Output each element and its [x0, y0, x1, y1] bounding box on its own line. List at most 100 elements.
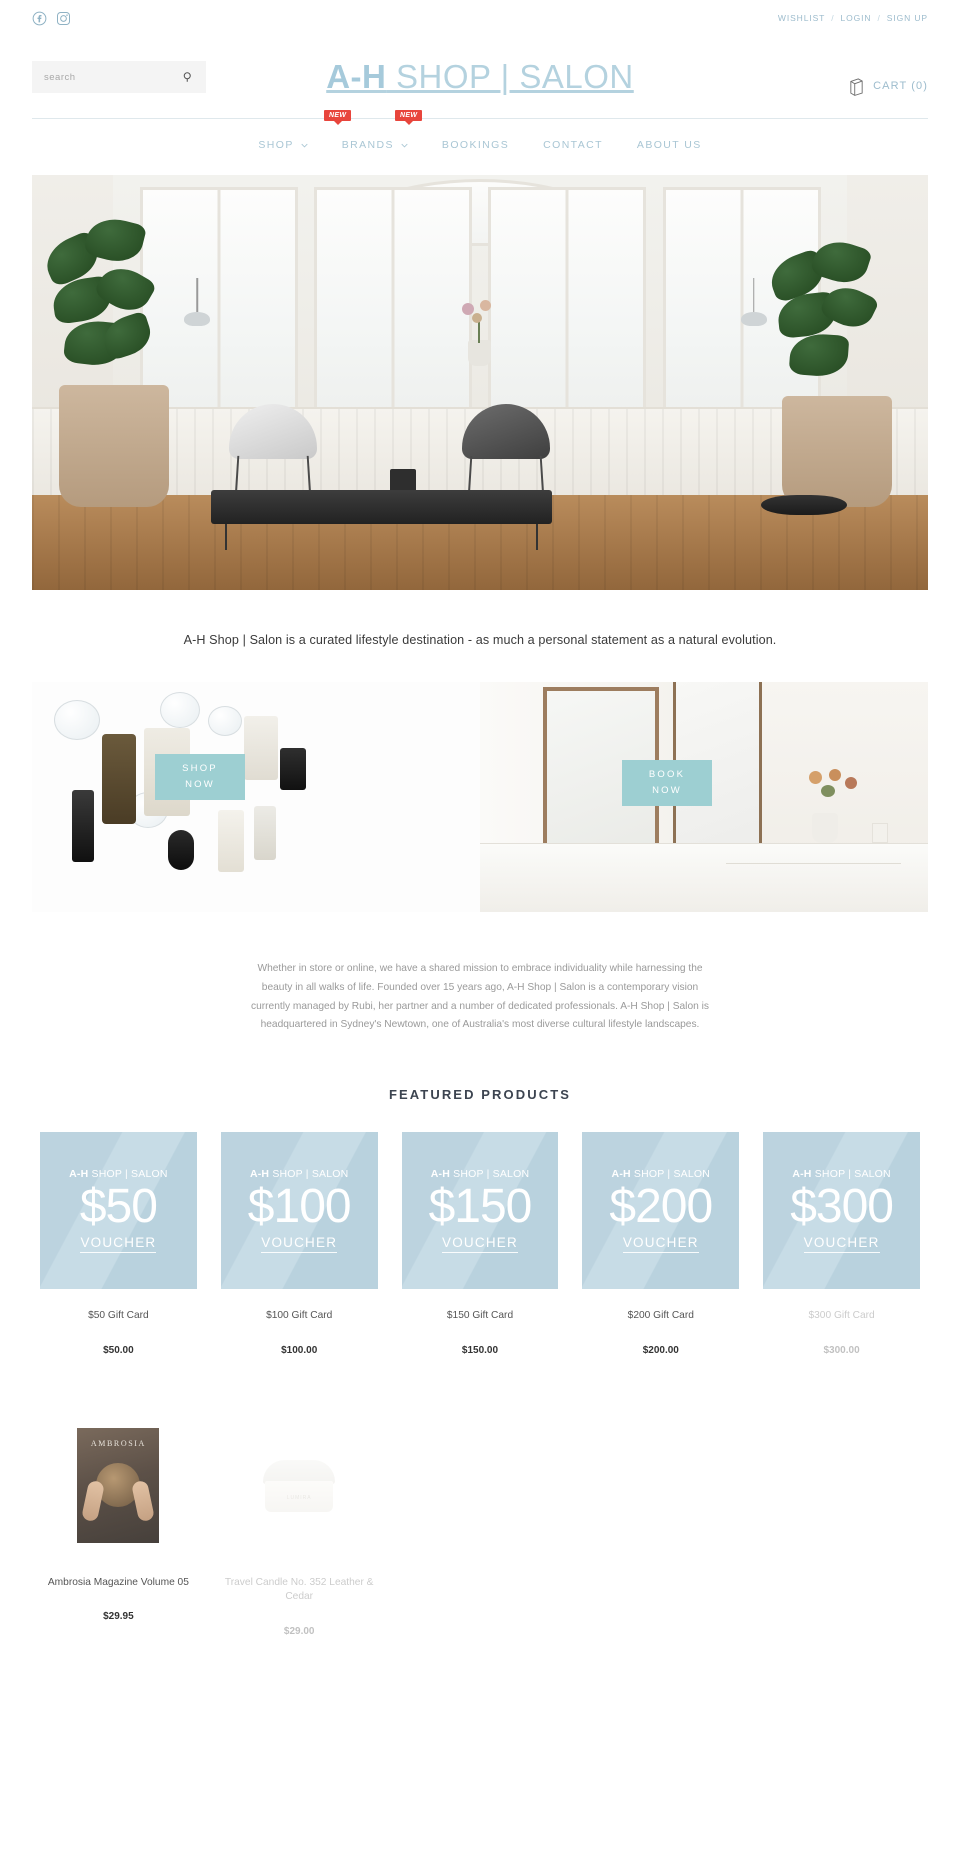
logo-bold: A-H: [326, 58, 387, 95]
voucher-word: VOUCHER: [261, 1235, 338, 1253]
nav-item-shop[interactable]: SHOP: [258, 139, 308, 151]
hero-window: [488, 187, 647, 420]
salon-candle: [871, 823, 888, 843]
voucher-word: VOUCHER: [80, 1235, 157, 1253]
product-price: $100.00: [281, 1344, 318, 1356]
bloom: [480, 299, 492, 311]
product-card[interactable]: A-H SHOP | SALON $150 VOUCHER $150 Gift …: [390, 1132, 571, 1356]
nav-label-brands: BRANDS: [341, 139, 394, 151]
shop-promo-tile[interactable]: SHOP NOW: [32, 682, 480, 912]
main-header: A-H SHOP | SALON CART (0): [0, 36, 960, 118]
plant-pot: [58, 385, 169, 507]
product-price: $300.00: [823, 1344, 860, 1356]
search-box[interactable]: [32, 61, 206, 93]
voucher-brand: A-H SHOP | SALON: [792, 1168, 891, 1181]
leaf: [98, 310, 156, 362]
product-name[interactable]: Ambrosia Magazine Volume 05: [40, 1576, 197, 1591]
voucher-image[interactable]: A-H SHOP | SALON $100 VOUCHER: [220, 1132, 378, 1289]
nav-item-brands[interactable]: BRANDS: [342, 139, 408, 151]
promo-row: SHOP NOW BOOK NOW: [32, 682, 928, 912]
shop-now-line2: NOW: [185, 779, 215, 790]
tube: [244, 716, 278, 780]
glass-jar: [54, 700, 100, 740]
pendant-lamp-left: [184, 311, 211, 326]
product-name[interactable]: $300 Gift Card: [763, 1309, 920, 1324]
candle-tin-image: LUMIRA: [263, 1459, 336, 1512]
nav-divider: NEW NEW: [32, 110, 928, 121]
product-card[interactable]: A-H SHOP | SALON $50 VOUCHER $50 Gift Ca…: [28, 1132, 209, 1356]
site-logo[interactable]: A-H SHOP | SALON: [326, 58, 634, 96]
chevron-down-icon: [301, 143, 308, 148]
search-input[interactable]: [44, 71, 182, 83]
product-name[interactable]: $50 Gift Card: [40, 1309, 197, 1324]
nav-item-about-us[interactable]: ABOUT US: [637, 139, 702, 151]
product-card[interactable]: AMBROSIA Ambrosia Magazine Volume 05 $29…: [28, 1416, 209, 1638]
salon-vase: [812, 813, 839, 843]
bloom: [845, 777, 858, 790]
product-name[interactable]: $200 Gift Card: [582, 1309, 739, 1324]
product-image[interactable]: AMBROSIA: [40, 1416, 197, 1556]
utility-bar: WISHLIST / LOGIN / SIGN UP: [0, 0, 960, 36]
voucher-amount: $150: [428, 1180, 533, 1234]
dropper-bottle: [102, 734, 136, 824]
product-image[interactable]: LUMIRA: [221, 1416, 378, 1556]
hero-banner[interactable]: [32, 175, 928, 590]
cart-button[interactable]: CART (0): [848, 76, 928, 96]
nav-item-contact[interactable]: CONTACT: [543, 139, 603, 151]
product-card[interactable]: LUMIRA Travel Candle No. 352 Leather & C…: [209, 1416, 390, 1637]
login-link[interactable]: LOGIN: [841, 13, 872, 23]
nav-item-bookings[interactable]: BOOKINGS: [442, 139, 509, 151]
lounge-chair-right: [462, 403, 551, 500]
serum-bottle: [72, 790, 94, 862]
voucher-image[interactable]: A-H SHOP | SALON $300 VOUCHER: [763, 1132, 920, 1289]
voucher-amount: $100: [247, 1180, 352, 1234]
chevron-down-icon: [401, 143, 408, 148]
product-card[interactable]: A-H SHOP | SALON $300 VOUCHER $300 Gift …: [751, 1132, 932, 1356]
product-name[interactable]: $150 Gift Card: [402, 1309, 559, 1324]
featured-products-heading: FEATURED PRODUCTS: [388, 1087, 572, 1103]
wishlist-link[interactable]: WISHLIST: [778, 13, 825, 23]
voucher-word: VOUCHER: [803, 1235, 880, 1253]
lounge-chair-left: [229, 403, 318, 500]
search-icon[interactable]: [182, 71, 194, 83]
salon-flowers: [803, 769, 865, 813]
flower-cluster: [803, 769, 865, 813]
utility-links: WISHLIST / LOGIN / SIGN UP: [778, 13, 928, 23]
featured-products-row-2: AMBROSIA Ambrosia Magazine Volume 05 $29…: [28, 1416, 932, 1638]
product-card-placeholder: [390, 1416, 571, 1638]
facebook-icon[interactable]: [32, 11, 47, 26]
voucher-brand: A-H SHOP | SALON: [430, 1168, 530, 1181]
candle-lid: [263, 1459, 336, 1484]
book-promo-tile[interactable]: BOOK NOW: [480, 682, 928, 912]
voucher-brand: A-H SHOP | SALON: [69, 1168, 168, 1181]
tagline: A-H Shop | Salon is a curated lifestyle …: [183, 633, 777, 647]
voucher-image[interactable]: A-H SHOP | SALON $200 VOUCHER: [582, 1132, 740, 1289]
shop-now-button[interactable]: SHOP NOW: [155, 754, 245, 800]
voucher-image[interactable]: A-H SHOP | SALON $150 VOUCHER: [401, 1132, 559, 1289]
plant-left: [39, 212, 169, 507]
product-price: $29.95: [103, 1611, 134, 1623]
product-card[interactable]: A-H SHOP | SALON $100 VOUCHER $100 Gift …: [209, 1132, 390, 1356]
instagram-icon[interactable]: [56, 11, 71, 26]
plant-right: [764, 234, 893, 507]
glass-jar: [208, 706, 242, 736]
book-now-button[interactable]: BOOK NOW: [622, 760, 712, 806]
flower-arrangement: [453, 299, 505, 366]
logo-light: SHOP | SALON: [386, 58, 634, 95]
product-card-placeholder: [570, 1416, 751, 1638]
voucher-image[interactable]: A-H SHOP | SALON $50 VOUCHER: [40, 1132, 197, 1289]
product-name[interactable]: Travel Candle No. 352 Leather & Cedar: [221, 1576, 378, 1606]
product-card[interactable]: A-H SHOP | SALON $200 VOUCHER $200 Gift …: [570, 1132, 751, 1356]
glass-jar: [160, 692, 200, 728]
pendant-lamp-right: [740, 311, 767, 326]
chair-seat: [229, 403, 318, 459]
product-name[interactable]: $100 Gift Card: [221, 1309, 378, 1324]
signup-link[interactable]: SIGN UP: [887, 13, 928, 23]
stool: [761, 495, 848, 516]
util-separator-1: /: [831, 13, 835, 23]
candle-brand-text: LUMIRA: [286, 1495, 312, 1502]
hero-window: [313, 187, 472, 420]
product-price: $150.00: [461, 1344, 499, 1356]
salon-counter: [480, 843, 928, 912]
bloom: [829, 769, 842, 782]
